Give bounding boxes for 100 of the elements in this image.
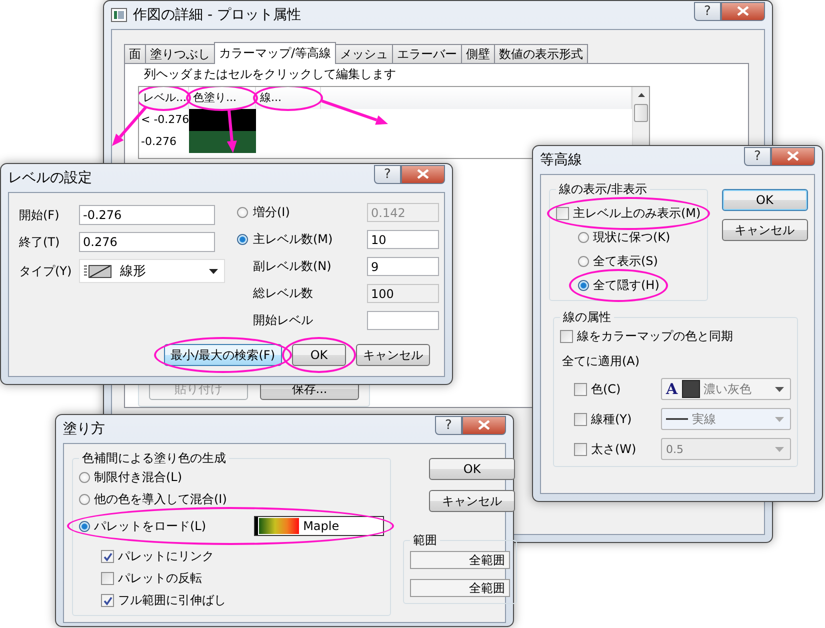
radio-label: パレットをロード(L) (94, 518, 206, 534)
close-button[interactable] (721, 2, 765, 20)
section-label: 全てに適用(A) (561, 353, 641, 370)
palette-field[interactable]: Maple (254, 516, 384, 536)
close-icon (417, 169, 429, 179)
type-dropdown[interactable]: 線形 (79, 259, 225, 283)
radio-button[interactable] (79, 520, 90, 532)
range-field[interactable]: 全範囲 (410, 579, 510, 597)
checkbox[interactable] (556, 207, 569, 220)
scroll-up-icon (638, 93, 644, 98)
radio-label: 制限付き混合(L) (94, 469, 182, 486)
dialog-button[interactable]: 最小/最大の検索(F) (164, 344, 282, 366)
help-button[interactable]: ? (744, 146, 771, 166)
dialog-title: レベルの設定 (8, 169, 92, 187)
level-cell[interactable]: -0.276 (139, 131, 189, 154)
tab[interactable]: エラーバー (392, 44, 462, 63)
dropdown-arrow-icon (775, 416, 784, 422)
checkmark-icon (102, 596, 112, 606)
column-header[interactable]: 線... (256, 87, 321, 110)
checkbox-label: フル範囲に引伸ばし (118, 592, 226, 609)
dialog-button[interactable]: OK (292, 344, 346, 366)
radio-button[interactable] (79, 472, 90, 483)
linear-ramp-icon (84, 263, 112, 279)
input-field[interactable]: 0.276 (79, 232, 215, 252)
radio-button[interactable] (578, 256, 589, 267)
radio-button[interactable] (578, 280, 589, 291)
checkbox-label: パレットの反転 (118, 570, 202, 587)
column-header[interactable]: レベル... (139, 87, 189, 110)
option-label: 総レベル数 (253, 285, 314, 302)
close-button[interactable] (771, 146, 815, 166)
input-field[interactable]: 10 (367, 230, 439, 249)
annotation-arrow (226, 110, 237, 153)
input-field[interactable] (367, 311, 439, 330)
option-label: 副レベル数(N) (253, 258, 332, 275)
fill-color-cell[interactable] (189, 109, 256, 132)
tab[interactable]: メッシュ (335, 44, 394, 63)
group-title: 範囲 (412, 532, 438, 549)
range-field[interactable]: 全範囲 (410, 551, 510, 569)
checkbox[interactable] (560, 330, 573, 343)
close-button[interactable] (462, 416, 506, 434)
checkbox-label: 線種(Y) (591, 410, 632, 428)
tab[interactable]: 塗りつぶし (145, 44, 215, 63)
close-icon (787, 151, 799, 161)
checkbox[interactable] (574, 412, 587, 426)
group-title: 線の表示/非表示 (558, 181, 648, 198)
option-label: 主レベル数(M) (253, 231, 334, 248)
tab[interactable]: 数値の表示形式 (494, 44, 588, 63)
solid-line-icon (666, 417, 688, 421)
attribute-dropdown[interactable]: A 濃い灰色 (661, 378, 791, 400)
tab[interactable]: 側壁 (461, 44, 496, 63)
level-cell[interactable]: < -0.276 (139, 109, 189, 132)
option-label: 増分(I) (253, 204, 291, 221)
radio-button[interactable] (237, 207, 248, 218)
input-field[interactable]: -0.276 (79, 205, 215, 225)
checkbox[interactable] (574, 442, 587, 456)
radio-button[interactable] (578, 232, 589, 243)
radio-label: 現状に保つ(K) (593, 229, 670, 246)
annotation-arrow (322, 100, 388, 125)
help-button[interactable]: ? (435, 416, 462, 434)
hint-text: 列ヘッダまたはセルをクリックして編集します (143, 66, 397, 83)
app-icon (111, 8, 127, 22)
dropdown-arrow-icon (775, 446, 784, 452)
tab[interactable]: カラーマップ/等高線 (214, 42, 336, 64)
checkmark-icon (102, 552, 112, 562)
dialog-button[interactable]: キャンセル (356, 344, 430, 366)
scroll-thumb[interactable] (634, 104, 648, 122)
tab[interactable]: 面 (124, 44, 146, 63)
checkbox[interactable] (574, 382, 587, 396)
dialog-button[interactable]: OK (722, 189, 808, 211)
checkbox[interactable] (101, 594, 114, 607)
radio-button[interactable] (79, 494, 90, 505)
help-button[interactable]: ? (694, 2, 721, 20)
radio-button[interactable] (237, 234, 248, 245)
dialog-button[interactable]: キャンセル (722, 219, 808, 241)
checkbox-label: 太さ(W) (591, 440, 636, 458)
field-label: タイプ(Y) (19, 262, 73, 280)
dialog-button[interactable]: キャンセル (429, 490, 516, 512)
radio-label: 全て隠す(H) (593, 277, 660, 294)
input-field[interactable]: 100 (367, 284, 439, 303)
fill-color-cell[interactable] (189, 131, 256, 154)
column-header[interactable]: 色塗り... (189, 87, 256, 110)
close-icon (737, 6, 749, 16)
input-field[interactable]: 9 (367, 257, 439, 276)
group-title: 色補間による塗り色の生成 (81, 450, 227, 467)
checkbox[interactable] (101, 572, 114, 585)
radio-label: 全て表示(S) (593, 253, 658, 270)
option-label: 開始レベル (253, 312, 314, 329)
field-label: 終了(T) (19, 234, 61, 250)
close-button[interactable] (401, 164, 445, 184)
gradient-swatch-icon (255, 517, 300, 535)
checkbox-label: 線をカラーマップの色と同期 (577, 328, 733, 345)
help-button[interactable]: ? (374, 164, 401, 184)
checkbox-label: パレットにリンク (118, 548, 214, 565)
dropdown-arrow-icon (209, 268, 218, 274)
checkbox[interactable] (101, 550, 114, 563)
field-label: 開始(F) (19, 206, 60, 224)
attribute-dropdown[interactable]: 実線 (661, 408, 791, 430)
attribute-dropdown[interactable]: 0.5 (661, 438, 791, 460)
close-icon (478, 420, 490, 430)
dialog-button[interactable]: OK (429, 458, 516, 480)
